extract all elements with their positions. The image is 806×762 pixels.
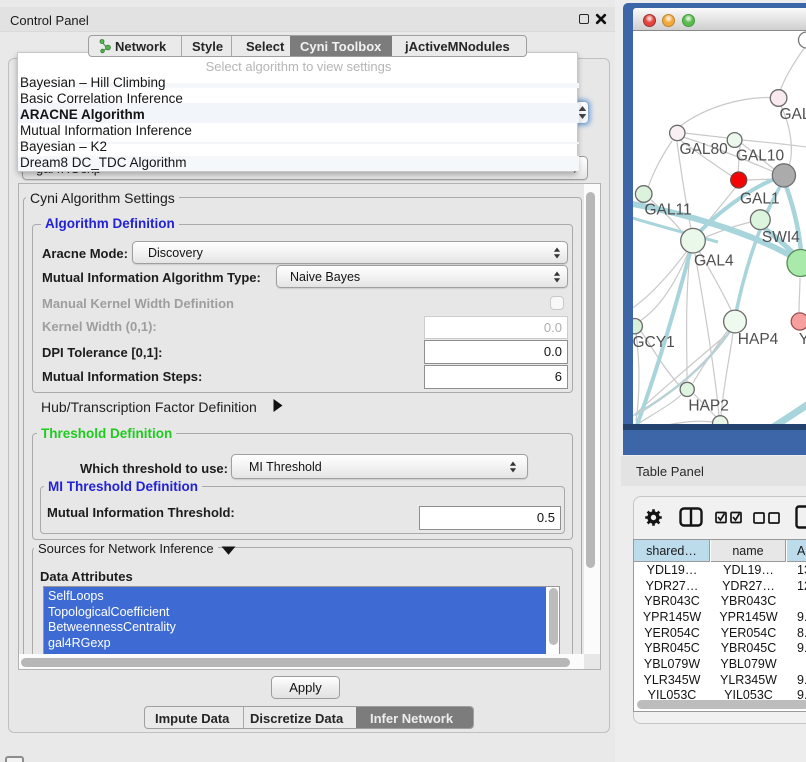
svg-text:GAL1: GAL1 (740, 191, 780, 208)
svg-text:GCY1: GCY1 (633, 334, 675, 351)
svg-text:GAL80: GAL80 (680, 141, 729, 158)
svg-text:GAL7: GAL7 (780, 106, 806, 123)
svg-text:Y: Y (799, 331, 806, 348)
svg-text:HAP2: HAP2 (688, 398, 729, 415)
svg-text:GAL11: GAL11 (645, 202, 692, 219)
svg-text:HAP4: HAP4 (738, 331, 779, 348)
svg-text:SWI4: SWI4 (762, 229, 800, 246)
svg-text:GAL10: GAL10 (736, 148, 785, 165)
svg-text:GAL4: GAL4 (694, 253, 734, 270)
